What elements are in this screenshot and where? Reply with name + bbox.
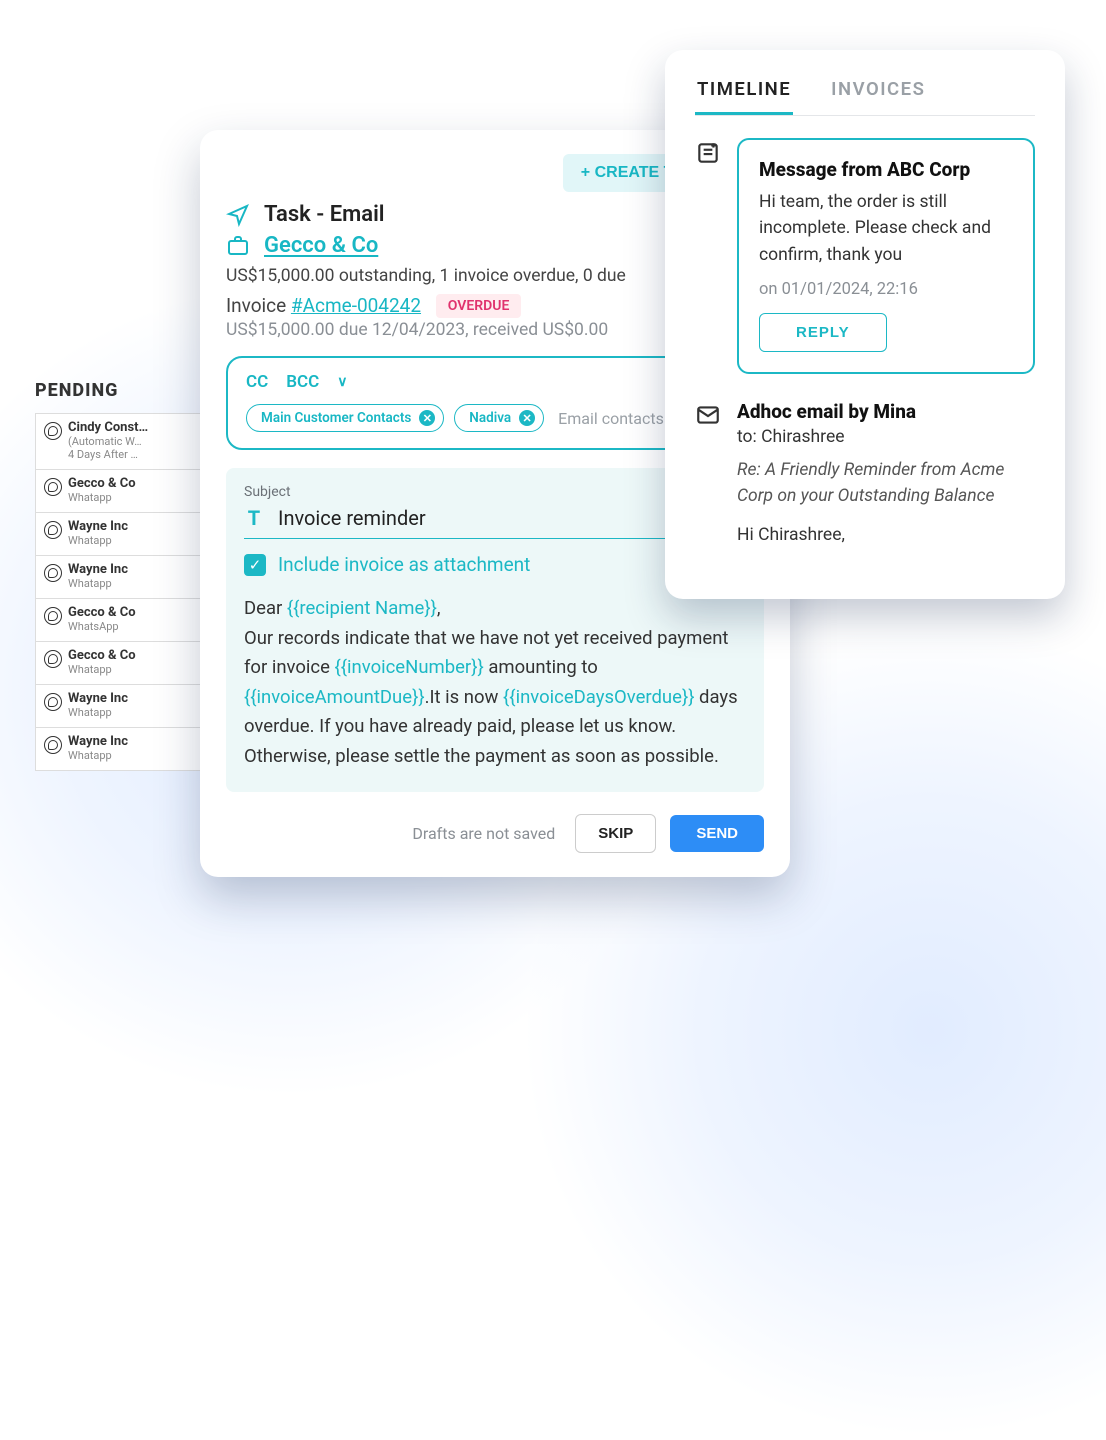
pending-name: Cindy Const… bbox=[68, 420, 148, 435]
var-invoice-number: {{invoiceNumber}} bbox=[335, 656, 484, 678]
whatsapp-icon bbox=[44, 564, 62, 582]
var-recipient: {{recipient Name}} bbox=[287, 597, 437, 619]
list-item[interactable]: Gecco & CoWhatapp bbox=[35, 642, 215, 685]
message-meta: on 01/01/2024, 22:16 bbox=[759, 280, 1013, 299]
pending-name: Wayne Inc bbox=[68, 519, 128, 534]
pending-name: Gecco & Co bbox=[68, 476, 136, 491]
tab-timeline[interactable]: TIMELINE bbox=[695, 72, 793, 115]
adhoc-subject: Re: A Friendly Reminder from Acme Corp o… bbox=[737, 457, 1035, 510]
message-title: Message from ABC Corp bbox=[759, 158, 1013, 181]
contact-chip[interactable]: Nadiva✕ bbox=[454, 404, 544, 432]
pending-sub: Whatapp bbox=[68, 534, 128, 547]
message-body: Hi team, the order is still incomplete. … bbox=[759, 189, 1013, 268]
skip-button[interactable]: SKIP bbox=[575, 814, 656, 853]
reply-button[interactable]: REPLY bbox=[759, 313, 887, 352]
pending-name: Gecco & Co bbox=[68, 648, 136, 663]
cc-toggle[interactable]: CC bbox=[246, 372, 268, 392]
whatsapp-icon bbox=[44, 650, 62, 668]
pending-name: Gecco & Co bbox=[68, 605, 136, 620]
whatsapp-icon bbox=[44, 422, 62, 440]
list-item[interactable]: Wayne IncWhatapp bbox=[35, 685, 215, 728]
mail-icon bbox=[695, 402, 721, 428]
adhoc-to: to: Chirashree bbox=[737, 427, 1035, 447]
list-item[interactable]: Wayne IncWhatapp bbox=[35, 728, 215, 771]
timeline-card: TIMELINE INVOICES Message from ABC Corp … bbox=[665, 50, 1065, 599]
chevron-down-icon[interactable]: ∨ bbox=[337, 374, 347, 390]
whatsapp-icon bbox=[44, 521, 62, 539]
var-amount-due: {{invoiceAmountDue}} bbox=[244, 686, 425, 708]
briefcase-icon bbox=[226, 234, 250, 258]
adhoc-title: Adhoc email by Mina bbox=[737, 400, 1035, 423]
drafts-note: Drafts are not saved bbox=[412, 824, 555, 843]
timeline-email: Adhoc email by Mina to: Chirashree Re: A… bbox=[737, 400, 1035, 546]
remove-chip-icon[interactable]: ✕ bbox=[419, 410, 435, 426]
pending-name: Wayne Inc bbox=[68, 691, 128, 706]
whatsapp-icon bbox=[44, 736, 62, 754]
company-link[interactable]: Gecco & Co bbox=[264, 233, 378, 258]
tab-invoices[interactable]: INVOICES bbox=[829, 72, 927, 115]
pending-sub: Whatapp bbox=[68, 706, 128, 719]
overdue-badge: OVERDUE bbox=[436, 294, 522, 318]
email-contacts-placeholder[interactable]: Email contacts bbox=[558, 409, 664, 428]
timeline-message: Message from ABC Corp Hi team, the order… bbox=[737, 138, 1035, 374]
var-days-overdue: {{invoiceDaysOverdue}} bbox=[503, 686, 694, 708]
list-item[interactable]: Cindy Const…(Automatic W…4 Days After … bbox=[35, 413, 215, 470]
whatsapp-icon bbox=[44, 693, 62, 711]
pending-sub: (Automatic W… bbox=[68, 435, 148, 448]
whatsapp-icon bbox=[44, 478, 62, 496]
list-item[interactable]: Gecco & CoWhatapp bbox=[35, 470, 215, 513]
pending-heading: PENDING bbox=[35, 380, 215, 401]
pending-sub: 4 Days After … bbox=[68, 448, 148, 461]
adhoc-body: Hi Chirashree, bbox=[737, 525, 1035, 545]
include-attachment-checkbox[interactable]: ✓ bbox=[244, 554, 266, 576]
pending-sub: Whatapp bbox=[68, 577, 128, 590]
task-type: Task - Email bbox=[264, 202, 385, 227]
whatsapp-icon bbox=[44, 607, 62, 625]
bcc-toggle[interactable]: BCC bbox=[286, 372, 319, 392]
pending-name: Wayne Inc bbox=[68, 562, 128, 577]
send-icon bbox=[226, 203, 250, 227]
pending-sub: Whatapp bbox=[68, 663, 136, 676]
pending-sub: WhatsApp bbox=[68, 620, 136, 633]
list-item[interactable]: Wayne IncWhatapp bbox=[35, 513, 215, 556]
text-icon: T bbox=[244, 506, 264, 530]
remove-chip-icon[interactable]: ✕ bbox=[519, 410, 535, 426]
pending-sub: Whatapp bbox=[68, 491, 136, 504]
email-body[interactable]: Dear {{recipient Name}}, Our records ind… bbox=[244, 594, 746, 772]
list-item[interactable]: Wayne IncWhatapp bbox=[35, 556, 215, 599]
include-attachment-label: Include invoice as attachment bbox=[278, 553, 530, 576]
send-button[interactable]: SEND bbox=[670, 815, 764, 852]
invoice-link[interactable]: #Acme-004242 bbox=[291, 294, 421, 317]
pending-panel: PENDING Cindy Const…(Automatic W…4 Days … bbox=[35, 380, 215, 771]
note-add-icon bbox=[695, 140, 721, 166]
contact-chip[interactable]: Main Customer Contacts✕ bbox=[246, 404, 444, 432]
pending-name: Wayne Inc bbox=[68, 734, 128, 749]
pending-sub: Whatapp bbox=[68, 749, 128, 762]
list-item[interactable]: Gecco & CoWhatsApp bbox=[35, 599, 215, 642]
